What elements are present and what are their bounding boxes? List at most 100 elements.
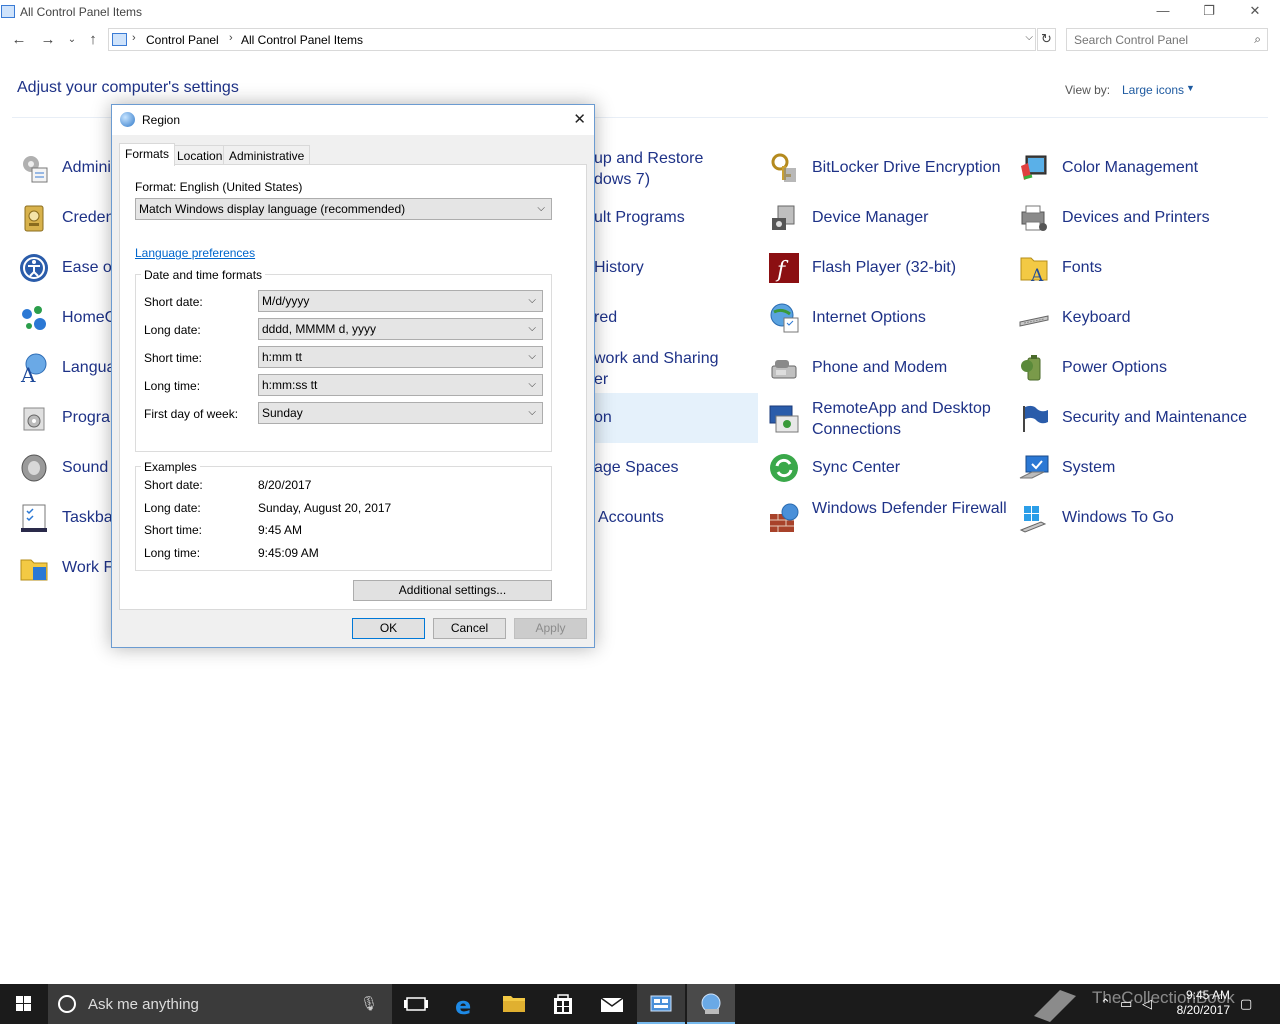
mail-button[interactable] xyxy=(588,984,636,1024)
tab-location[interactable]: Location xyxy=(171,145,229,165)
credential-manager-icon xyxy=(24,205,44,232)
store-button[interactable] xyxy=(539,984,587,1024)
control-panel-icon xyxy=(1,5,15,18)
long-date-label: Long date: xyxy=(144,323,201,337)
administrative-tools-icon xyxy=(23,156,48,183)
cp-item-label: Phone and Modem xyxy=(812,359,948,376)
search-input[interactable] xyxy=(1074,30,1244,50)
globe-icon xyxy=(701,993,721,1014)
breadcrumb-separator-icon[interactable]: › xyxy=(229,32,233,44)
up-arrow-icon[interactable]: ↑ xyxy=(84,31,102,49)
short-date-select[interactable]: M/d/yyyy ⌵ xyxy=(258,290,543,312)
svg-text:A: A xyxy=(1030,266,1044,284)
forward-arrow-icon[interactable]: → xyxy=(39,31,57,49)
cp-item-phone-and-modem[interactable]: Phone and Modem xyxy=(762,343,1010,393)
cp-item-internet-options[interactable]: Internet Options xyxy=(762,293,1010,343)
first-day-value: Sunday xyxy=(262,406,303,420)
address-dropdown-icon[interactable]: ⌵ xyxy=(1025,32,1033,43)
start-button[interactable] xyxy=(0,984,48,1024)
date-time-formats-title: Date and time formats xyxy=(141,268,266,282)
restore-button[interactable]: ❐ xyxy=(1186,0,1232,24)
language-preferences-link[interactable]: Language preferences xyxy=(135,246,255,260)
view-by-caret-icon[interactable]: ▼ xyxy=(1186,83,1195,93)
cancel-button[interactable]: Cancel xyxy=(433,618,506,639)
file-explorer-button[interactable] xyxy=(490,984,538,1024)
control-panel-taskbar-button[interactable] xyxy=(637,984,685,1024)
cortana-search[interactable]: Ask me anything 🎙 xyxy=(48,984,392,1024)
cp-item-label: Windows To Go xyxy=(1062,509,1174,526)
task-view-button[interactable] xyxy=(392,984,440,1024)
minimize-button[interactable]: — xyxy=(1140,0,1186,24)
short-time-value: h:mm tt xyxy=(262,350,303,364)
cp-item-windows-defender-firewall[interactable]: Windows Defender Firewall xyxy=(762,493,1010,543)
window-title: All Control Panel Items xyxy=(20,5,143,19)
cp-item-keyboard[interactable]: Keyboard xyxy=(1012,293,1260,343)
short-date-label: Short date: xyxy=(144,295,203,309)
cp-item-security-and-maintenance[interactable]: Security and Maintenance xyxy=(1012,393,1260,443)
chevron-down-icon: ⌵ xyxy=(528,379,536,390)
cp-item-label: Security and Maintenance xyxy=(1062,409,1247,426)
internet-options-icon xyxy=(770,303,799,333)
cortana-icon xyxy=(58,995,76,1013)
apply-button[interactable]: Apply xyxy=(514,618,587,639)
flash-player-icon: f xyxy=(769,253,799,283)
control-panel-icon xyxy=(650,995,672,1012)
breadcrumb-control-panel[interactable]: Control Panel xyxy=(146,33,219,47)
cp-item-power-options[interactable]: Power Options xyxy=(1012,343,1260,393)
tab-formats[interactable]: Formats xyxy=(119,143,176,166)
tab-administrative[interactable]: Administrative xyxy=(223,145,311,165)
cp-item-windows-to-go[interactable]: Windows To Go xyxy=(1012,493,1260,543)
sound-icon xyxy=(21,454,47,482)
address-bar[interactable]: › Control Panel › All Control Panel Item… xyxy=(108,28,1036,51)
breadcrumb-all-items[interactable]: All Control Panel Items xyxy=(241,33,363,47)
fonts-icon: A xyxy=(1020,257,1048,284)
search-icon[interactable]: ⌕ xyxy=(1254,32,1261,47)
long-date-select[interactable]: dddd, MMMM d, yyyy ⌵ xyxy=(258,318,543,340)
mail-icon xyxy=(600,997,624,1012)
book-logo-icon xyxy=(1034,990,1076,1022)
short-date-value: M/d/yyyy xyxy=(262,294,310,308)
cp-item-device-manager[interactable]: Device Manager xyxy=(762,193,1010,243)
format-select[interactable]: Match Windows display language (recommen… xyxy=(135,198,552,220)
cp-item-flash-player[interactable]: f Flash Player (32-bit) xyxy=(762,243,1010,293)
globe-icon xyxy=(120,112,135,127)
action-center-icon[interactable]: ▢ xyxy=(1240,996,1252,1012)
close-button[interactable]: ✕ xyxy=(1232,0,1278,24)
cp-item-label: Keyboard xyxy=(1062,309,1131,326)
chevron-down-icon: ⌵ xyxy=(528,323,536,334)
cp-item-sync-center[interactable]: Sync Center xyxy=(762,443,1010,493)
cp-item-label: work and Sharing xyxy=(594,350,719,367)
cp-item-label-line2: dows 7) xyxy=(594,171,651,188)
chevron-down-icon: ⌵ xyxy=(528,295,536,306)
example-short-time-value: 9:45 AM xyxy=(258,523,303,537)
example-short-time-label: Short time: xyxy=(144,523,203,537)
edge-button[interactable]: e xyxy=(441,984,489,1024)
refresh-icon[interactable]: ↻ xyxy=(1037,28,1056,51)
page-title: Adjust your computer's settings xyxy=(17,79,239,96)
cp-item-system[interactable]: System xyxy=(1012,443,1260,493)
cp-item-devices-and-printers[interactable]: Devices and Printers xyxy=(1012,193,1260,243)
additional-settings-button[interactable]: Additional settings... xyxy=(353,580,552,601)
chevron-down-icon: ⌵ xyxy=(537,203,545,214)
region-taskbar-button[interactable] xyxy=(687,984,735,1024)
dialog-titlebar[interactable]: Region ✕ xyxy=(112,105,594,135)
search-box[interactable]: ⌕ xyxy=(1066,28,1268,51)
cp-item-fonts[interactable]: A Fonts xyxy=(1012,243,1260,293)
view-by-dropdown[interactable]: Large icons xyxy=(1122,83,1184,97)
cp-item-color-management[interactable]: Color Management xyxy=(1012,143,1260,193)
ok-button[interactable]: OK xyxy=(352,618,425,639)
firewall-icon xyxy=(770,503,799,532)
long-time-select[interactable]: h:mm:ss tt ⌵ xyxy=(258,374,543,396)
microphone-icon[interactable]: 🎙 xyxy=(360,995,378,1012)
first-day-select[interactable]: Sunday ⌵ xyxy=(258,402,543,424)
back-arrow-icon[interactable]: ← xyxy=(10,31,28,49)
dialog-title: Region xyxy=(142,113,181,127)
store-icon xyxy=(554,994,572,1014)
recent-locations-chevron-icon[interactable]: ⌄ xyxy=(63,31,81,49)
short-time-select[interactable]: h:mm tt ⌵ xyxy=(258,346,543,368)
cp-item-remoteapp[interactable]: RemoteApp and Desktop Connections xyxy=(762,393,1010,443)
dialog-close-icon[interactable]: ✕ xyxy=(573,110,586,128)
cp-item-label: red xyxy=(594,309,618,326)
cp-item-bitlocker[interactable]: BitLocker Drive Encryption xyxy=(762,143,1010,193)
short-time-label: Short time: xyxy=(144,351,203,365)
